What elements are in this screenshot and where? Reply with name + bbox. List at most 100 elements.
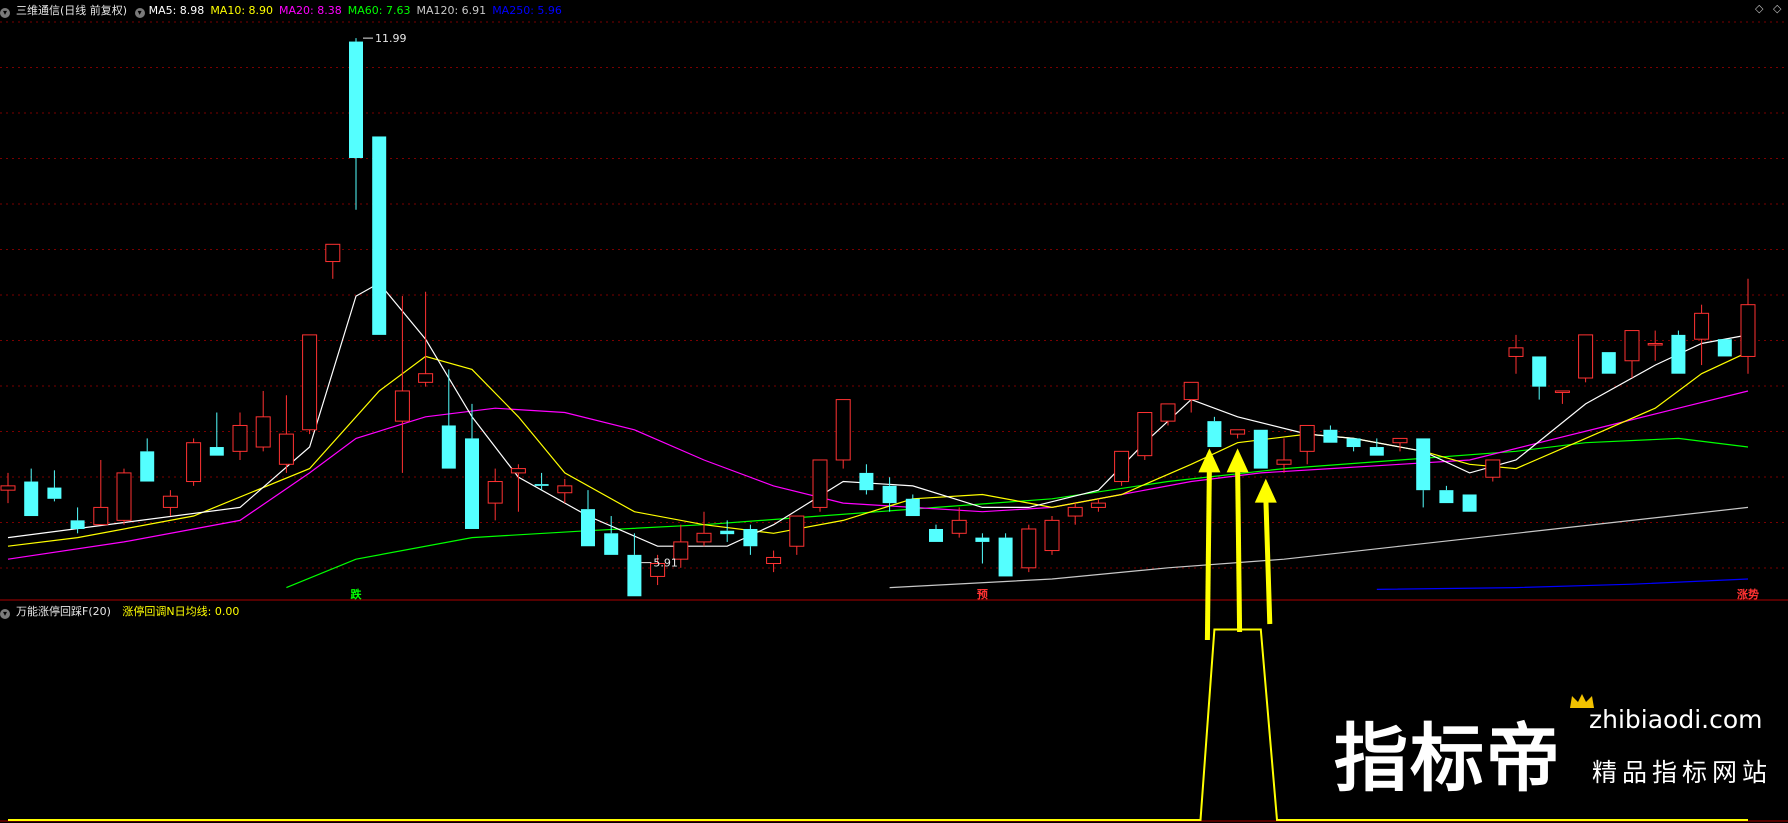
candle-body-down (1532, 356, 1547, 387)
candle-body-up (1276, 459, 1292, 465)
candle-body-down (1462, 494, 1477, 512)
candle-body-up (696, 532, 712, 543)
candle-body-down (1207, 421, 1222, 448)
candle-body-down (372, 136, 387, 335)
price-annotation: 5.91 (653, 557, 678, 570)
candle-body-up (1485, 459, 1501, 478)
candle-body-down (1439, 490, 1454, 504)
candle-body-down (209, 447, 224, 456)
candle-body-up (1067, 506, 1083, 517)
candle-body-up (487, 481, 503, 504)
candle-body-down (975, 537, 990, 542)
candle-body-up (1392, 437, 1408, 444)
candle-body-up (325, 243, 341, 263)
signal-arrow-shaft (1204, 466, 1212, 641)
candle-body-down (998, 537, 1013, 577)
candle-body-up (1044, 519, 1060, 552)
candle-body-down (929, 528, 943, 542)
ma250-line (1376, 578, 1749, 590)
candle-body-up (1090, 502, 1106, 508)
signal-marker: 跌 (351, 587, 363, 601)
candle-body-down (743, 528, 758, 547)
indicator-value: 涨停回调N日均线: 0.00 (122, 605, 240, 618)
candle-body-up (1740, 304, 1756, 357)
candle-body-down (859, 472, 874, 491)
stock-chart: 11.99 5.91 跌 预 涨势 (0, 21, 1788, 822)
ma10-line (7, 351, 1749, 547)
signal-arrow-head (1226, 448, 1249, 473)
candle-body-up (0, 485, 16, 491)
indicator-settings-icon[interactable]: ▾ (0, 609, 10, 619)
candle-body-up (812, 459, 828, 508)
candle-body-down (627, 554, 642, 597)
candle-body-up (1508, 347, 1524, 357)
ma-legend-item: MA20: 8.38 (279, 4, 342, 17)
settings-icon[interactable]: ▾ (0, 8, 10, 18)
signal-marker: 涨势 (1737, 587, 1759, 601)
ma-legend: MA5: 8.98 MA10: 8.90 MA20: 8.38 MA60: 7.63 M… (149, 4, 568, 17)
candle-body-down (1253, 429, 1268, 469)
sub-header: ▾ 万能涨停回踩F(20) 涨停回调N日均线: 0.00 (0, 605, 245, 619)
ma5-line (7, 282, 1749, 547)
candle-body-up (1578, 334, 1594, 379)
candle-body-up (418, 373, 434, 383)
restore-button[interactable]: ◇ (1755, 2, 1763, 15)
candle-body-up (394, 390, 410, 422)
candle-body-up (1299, 424, 1315, 452)
candle-body-up (1021, 528, 1037, 569)
candle-body-down (1416, 438, 1431, 491)
main-header: ▾ 三维通信(日线 前复权) ▾ MA5: 8.98 MA10: 8.90 MA20: … (0, 4, 574, 18)
ma-legend-item: MA250: 5.96 (492, 4, 562, 17)
price-annotation: 11.99 (375, 32, 407, 45)
candle-body-down (465, 438, 479, 529)
candle-body-up (162, 495, 178, 508)
candle-body-down (534, 484, 549, 486)
ma-legend-item: MA5: 8.98 (148, 4, 205, 17)
signal-arrow-head (1254, 478, 1277, 503)
candle-body-up (186, 442, 202, 483)
candle-body-up (557, 485, 573, 494)
dropdown-icon[interactable]: ▾ (134, 8, 145, 18)
candle-body-down (720, 530, 735, 535)
candle-body-up (1230, 429, 1246, 435)
candle-body-down (1323, 429, 1338, 443)
candle-body-up (1137, 412, 1153, 457)
candle-body-down (70, 520, 85, 529)
candle-body-up (93, 506, 109, 526)
maximize-button[interactable]: ◇ (1773, 2, 1781, 15)
candle-body-down (140, 451, 155, 482)
candle-body-down (905, 498, 920, 517)
candle-body-down (1601, 352, 1616, 374)
candle-body-up (278, 433, 294, 465)
candle-body-down (24, 481, 39, 517)
candle-body-down (441, 425, 456, 469)
indicator-title: 万能涨停回踩F(20) (16, 605, 111, 618)
candle-body-down (604, 533, 619, 555)
candle-body-up (951, 519, 967, 534)
ma-legend-item: MA10: 8.90 (210, 4, 274, 17)
ma-legend-item: MA120: 6.91 (416, 4, 487, 17)
candle-body-up (1554, 390, 1570, 393)
signal-marker: 预 (977, 587, 988, 601)
signal-line (8, 628, 1748, 821)
candle-body-down (1346, 438, 1361, 448)
candle-body-down (1717, 339, 1732, 357)
candle-body-up (232, 424, 248, 452)
stock-title: 三维通信(日线 前复权) (16, 4, 128, 17)
signal-arrow-shaft (1235, 466, 1243, 633)
candle-body-up (255, 416, 271, 448)
candle-body-up (766, 556, 782, 564)
candle-body-up (1647, 343, 1663, 346)
candle-body-down (581, 509, 595, 547)
candle-body-up (302, 334, 318, 431)
ma120-line (889, 506, 1749, 589)
candle-body-up (1114, 450, 1130, 483)
candle-body-up (1624, 330, 1640, 362)
signal-arrow-shaft (1263, 496, 1273, 625)
candle-body-down (1671, 334, 1686, 374)
candle-body-down (882, 485, 897, 504)
candle-body-up (1183, 381, 1199, 401)
candle-body-down (1369, 447, 1384, 456)
ma-legend-item: MA60: 7.63 (347, 4, 411, 17)
candle-body-down (349, 41, 363, 159)
